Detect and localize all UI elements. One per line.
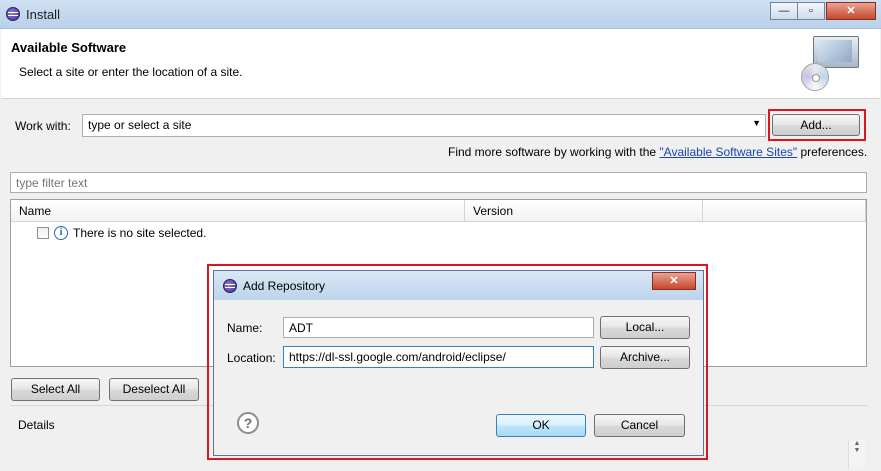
filter-input[interactable] — [10, 172, 867, 193]
help-icon[interactable]: ? — [237, 412, 259, 434]
column-header-version[interactable]: Version — [465, 200, 703, 222]
row-checkbox[interactable] — [37, 227, 49, 239]
name-field[interactable]: ADT — [283, 317, 594, 338]
dialog-close-button[interactable]: ✕ — [652, 272, 696, 290]
work-with-label: Work with: — [15, 119, 71, 133]
page-header: Available Software Select a site or ente… — [1, 29, 880, 99]
dialog-eclipse-icon — [223, 279, 237, 293]
eclipse-icon — [6, 7, 20, 21]
page-subtitle: Select a site or enter the location of a… — [19, 65, 243, 79]
available-software-sites-link[interactable]: "Available Software Sites" — [659, 145, 797, 159]
find-more-prefix: Find more software by working with the — [448, 145, 660, 159]
info-icon: i — [54, 226, 68, 240]
select-all-button[interactable]: Select All — [11, 378, 100, 401]
dialog-frame: Add Repository ✕ Name: ADT Local... Loca… — [213, 270, 704, 456]
find-more-suffix: preferences. — [797, 145, 868, 159]
ok-button[interactable]: OK — [496, 414, 586, 437]
dialog-title: Add Repository — [243, 279, 326, 293]
column-header-name[interactable]: Name — [11, 200, 465, 222]
add-repository-dialog: Add Repository ✕ Name: ADT Local... Loca… — [207, 264, 708, 460]
minimize-button[interactable]: — — [770, 2, 798, 20]
location-label: Location: — [227, 351, 276, 365]
close-button[interactable]: ✕ — [826, 2, 876, 20]
work-with-value: type or select a site — [88, 118, 192, 132]
table-row: There is no site selected. — [73, 226, 207, 240]
cd-icon — [801, 63, 829, 91]
dialog-title-bar: Add Repository ✕ — [214, 271, 703, 300]
title-bar: Install — ▫ ✕ — [0, 0, 881, 29]
work-with-combo[interactable]: type or select a site ▼ — [82, 114, 766, 137]
details-label: Details — [18, 418, 55, 432]
column-header-empty — [703, 200, 866, 222]
find-more-text: Find more software by working with the "… — [448, 145, 867, 159]
add-button[interactable]: Add... — [772, 114, 860, 136]
chevron-down-icon[interactable]: ▼ — [752, 118, 761, 128]
deselect-all-button[interactable]: Deselect All — [109, 378, 199, 401]
window-title: Install — [26, 7, 60, 22]
name-label: Name: — [227, 321, 263, 335]
local-button[interactable]: Local... — [600, 316, 690, 339]
archive-button[interactable]: Archive... — [600, 346, 690, 369]
details-scrollbar[interactable]: ▲ ▼ — [848, 440, 865, 468]
location-field[interactable]: https://dl-ssl.google.com/android/eclips… — [283, 346, 594, 368]
page-title: Available Software — [11, 40, 127, 55]
maximize-button[interactable]: ▫ — [797, 2, 825, 20]
cancel-button[interactable]: Cancel — [594, 414, 685, 437]
